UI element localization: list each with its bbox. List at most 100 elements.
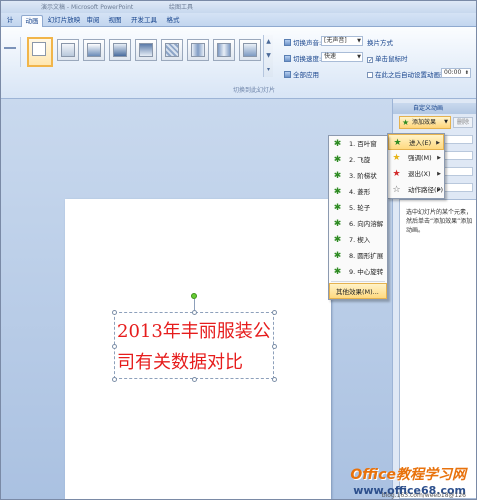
chevron-down-icon: ▼ [444, 119, 448, 125]
chevron-down-icon: ▼ [357, 38, 361, 44]
gallery-up-icon[interactable]: ▲ [264, 35, 273, 49]
transition-gallery [23, 35, 283, 77]
thumb-preview [165, 43, 179, 57]
auto-time-value: 00:00 [444, 69, 462, 76]
diamond-effect-icon: ✱ [333, 187, 342, 197]
pane-hint-text: 选中幻灯片的某个元素，然后单击“添加效果”添加动画。 [406, 209, 473, 234]
add-effect-button[interactable]: ★ 添加效果 ▼ [399, 116, 451, 129]
entrance-effect-item[interactable]: ✱ 5. 轮子 [329, 200, 387, 216]
tab-view[interactable]: 视图 [105, 15, 125, 27]
speed-combo[interactable]: 快速 ▼ [321, 52, 363, 62]
entrance-star-icon: ★ [393, 138, 402, 148]
menu-item-entrance[interactable]: ★ 进入(E) ▶ [388, 134, 444, 150]
menu-item-label: 进入(E) [409, 139, 432, 147]
auto-time-spinner[interactable]: 00:00 ⬍ [441, 68, 471, 78]
transition-group-label: 切换到此幻灯片 [233, 87, 276, 94]
circle-effect-icon: ✱ [333, 251, 342, 261]
remove-effect-button[interactable]: 删除 [453, 117, 473, 128]
apply-all-button[interactable]: 全部应用 [284, 69, 319, 79]
add-effect-menu: ★ 进入(E) ▶ ★ 强调(M) ▶ ★ 退出(X) ▶ ☆ 动作路径(P) … [387, 133, 445, 199]
submenu-arrow-icon: ▶ [437, 171, 441, 177]
tab-animation[interactable]: 动画 [21, 15, 43, 27]
transition-none-thumb[interactable] [27, 37, 53, 67]
resize-handle[interactable] [192, 310, 197, 315]
resize-handle[interactable] [112, 310, 117, 315]
entrance-effect-item[interactable]: ✱ 3. 阶梯状 [329, 168, 387, 184]
ribbon-previous-group-edge [1, 37, 21, 67]
slide-canvas[interactable]: 2013年丰丽服装公司有关数据对比 [65, 199, 331, 499]
transition-thumb-4[interactable] [109, 39, 131, 61]
sound-combo[interactable]: [无声音] ▼ [321, 36, 363, 46]
entrance-effect-item[interactable]: ✱ 1. 百叶窗 [329, 136, 387, 152]
thumb-preview [139, 43, 153, 57]
tab-developer[interactable]: 开发工具 [129, 15, 159, 27]
title-bar: 演示文稿 - Microsoft PowerPoint 绘图工具 [1, 1, 476, 13]
transition-thumb-3[interactable] [83, 39, 105, 61]
slide-title-text[interactable]: 2013年丰丽服装公司有关数据对比 [117, 316, 275, 378]
transition-thumb-9[interactable] [239, 39, 261, 61]
entrance-effect-item[interactable]: ✱ 9. 中心旋转 [329, 264, 387, 280]
ribbon: ▲ ▼ ▾ 切换声音: [无声音] ▼ 切换速度: 快速 ▼ 全部应用 换片方式 单… [1, 27, 476, 99]
stairs-effect-icon: ✱ [333, 171, 342, 181]
apply-all-label: 全部应用 [293, 71, 319, 79]
on-click-checkbox[interactable] [367, 57, 373, 63]
menu-item-emphasis[interactable]: ★ 强调(M) ▶ [388, 150, 444, 166]
fly-effect-icon: ✱ [333, 155, 342, 165]
thumb-preview [243, 43, 257, 57]
entrance-effect-item[interactable]: ✱ 6. 向内溶解 [329, 216, 387, 232]
more-effects-item[interactable]: 其他效果(M)... [329, 283, 387, 299]
menu-item-exit[interactable]: ★ 退出(X) ▶ [388, 166, 444, 182]
transition-thumb-6[interactable] [161, 39, 183, 61]
transition-thumb-2[interactable] [57, 39, 79, 61]
tab-design-partial[interactable]: 计 [3, 15, 17, 27]
add-effect-label: 添加效果 [412, 119, 437, 126]
thumb-preview [32, 42, 46, 56]
menu-item-label: 退出(X) [408, 170, 431, 178]
apply-all-icon [284, 71, 291, 78]
effect-label: 9. 中心旋转 [349, 268, 384, 276]
entrance-effect-item[interactable]: ✱ 4. 菱形 [329, 184, 387, 200]
transition-thumb-5[interactable] [135, 39, 157, 61]
thumb-preview [61, 43, 75, 57]
transition-thumb-8[interactable] [213, 39, 235, 61]
menu-separator [331, 281, 385, 282]
gallery-more-icon[interactable]: ▾ [264, 63, 273, 77]
gallery-scrollbar[interactable]: ▲ ▼ ▾ [263, 35, 273, 77]
auto-advance-checkbox[interactable] [367, 72, 373, 78]
powerpoint-window: 演示文稿 - Microsoft PowerPoint 绘图工具 计 动画 幻灯… [0, 0, 477, 500]
spinner-arrows-icon: ⬍ [464, 70, 469, 76]
rotation-handle[interactable] [191, 293, 197, 299]
selected-textbox[interactable]: 2013年丰丽服装公司有关数据对比 [112, 293, 277, 382]
submenu-arrow-icon: ▶ [436, 140, 440, 146]
tab-slideshow[interactable]: 幻灯片放映 [47, 15, 81, 27]
watermark-brand: Office教程学习网 [350, 467, 466, 483]
resize-handle[interactable] [272, 310, 277, 315]
emphasis-star-icon: ★ [392, 153, 401, 163]
effect-label: 7. 楔入 [349, 236, 371, 244]
speed-option: 切换速度: [284, 53, 321, 63]
exit-star-icon: ★ [392, 169, 401, 179]
gallery-down-icon[interactable]: ▼ [264, 49, 273, 63]
tool-context-label: 绘图工具 [169, 4, 194, 11]
menu-item-motion-path[interactable]: ☆ 动作路径(P) ▶ [388, 182, 444, 198]
entrance-submenu: ✱ 1. 百叶窗 ✱ 2. 飞旋 ✱ 3. 阶梯状 ✱ 4. 菱形 ✱ 5. 轮子 ✱ 6.… [328, 135, 388, 300]
effect-list[interactable]: 选中幻灯片的某个元素，然后单击“添加效果”添加动画。 [399, 199, 476, 499]
on-click-option[interactable]: 单击鼠标时 [367, 53, 408, 63]
thumb-preview [87, 43, 101, 57]
pane-button-row: ★ 添加效果 ▼ 删除 [393, 116, 476, 129]
thumb-preview [113, 43, 127, 57]
entrance-effect-item[interactable]: ✱ 7. 楔入 [329, 232, 387, 248]
entrance-effect-item[interactable]: ✱ 8. 圆形扩展 [329, 248, 387, 264]
group-edge-marker [4, 47, 16, 49]
transition-thumb-7[interactable] [187, 39, 209, 61]
effect-label: 3. 阶梯状 [349, 172, 377, 180]
tab-review[interactable]: 审阅 [83, 15, 103, 27]
blinds-effect-icon: ✱ [333, 139, 342, 149]
window-title: 演示文稿 - Microsoft PowerPoint [41, 4, 134, 11]
effect-label: 2. 飞旋 [349, 156, 371, 164]
remove-effect-label: 删除 [456, 119, 469, 126]
entrance-effect-item[interactable]: ✱ 2. 飞旋 [329, 152, 387, 168]
speed-icon [284, 55, 291, 62]
tab-format[interactable]: 格式 [163, 15, 183, 27]
site-watermark: Office教程学习网 www.office68.com blog.163.co… [350, 464, 466, 499]
